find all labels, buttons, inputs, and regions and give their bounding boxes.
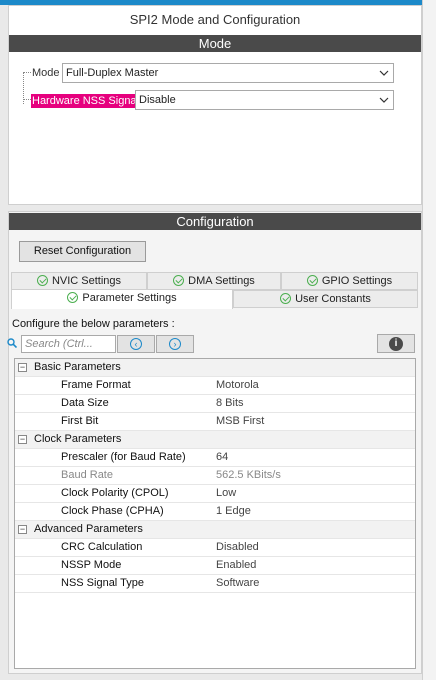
param-value[interactable]: MSB First: [216, 413, 264, 430]
tab-nvic-settings[interactable]: NVIC Settings: [11, 272, 147, 290]
instructions-text: Configure the below parameters :: [12, 318, 175, 330]
collapse-icon[interactable]: −: [18, 525, 27, 534]
param-row[interactable]: Frame Format Motorola: [15, 377, 415, 395]
next-match-button[interactable]: ›: [156, 335, 194, 353]
param-row[interactable]: First Bit MSB First: [15, 413, 415, 431]
param-name: NSSP Mode: [61, 559, 122, 571]
tab-dma-settings[interactable]: DMA Settings: [147, 272, 281, 290]
tab-parameter-settings[interactable]: Parameter Settings: [11, 289, 233, 309]
check-circle-icon: [306, 275, 318, 286]
param-name: Clock Polarity (CPOL): [61, 487, 169, 499]
param-row[interactable]: Prescaler (for Baud Rate) 64: [15, 449, 415, 467]
arrow-left-icon: ‹: [130, 338, 142, 350]
check-circle-icon: [67, 292, 79, 303]
param-value[interactable]: Software: [216, 575, 259, 592]
arrow-right-icon: ›: [169, 338, 181, 350]
search-placeholder: Search (Ctrl...: [25, 338, 93, 350]
hardware-nss-label: Hardware NSS Signal: [31, 94, 140, 108]
param-name: Data Size: [61, 397, 109, 409]
configuration-panel: Configuration Reset Configuration NVIC S…: [7, 211, 422, 674]
param-row: Baud Rate 562.5 KBits/s: [15, 467, 415, 485]
tree-connector-line: [23, 72, 31, 73]
check-circle-icon: [36, 275, 48, 286]
param-name: First Bit: [61, 415, 99, 427]
mode-panel: SPI2 Mode and Configuration Mode Mode Fu…: [8, 5, 422, 205]
tab-label: GPIO Settings: [321, 275, 393, 287]
group-row-basic-parameters[interactable]: − Basic Parameters: [15, 359, 415, 377]
mode-label: Mode: [32, 67, 60, 79]
param-value[interactable]: Motorola: [216, 377, 259, 394]
param-value[interactable]: Low: [216, 485, 236, 502]
tree-connector-line: [23, 99, 31, 100]
param-name: NSS Signal Type: [61, 577, 144, 589]
param-value: 562.5 KBits/s: [216, 469, 281, 481]
search-icon: [7, 338, 17, 348]
configuration-section-header: Configuration: [9, 213, 421, 230]
tab-label: DMA Settings: [188, 275, 255, 287]
collapse-icon[interactable]: −: [18, 435, 27, 444]
param-row[interactable]: NSSP Mode Enabled: [15, 557, 415, 575]
param-value[interactable]: Disabled: [216, 539, 259, 556]
param-row[interactable]: Clock Phase (CPHA) 1 Edge: [15, 503, 415, 521]
param-row[interactable]: Data Size 8 Bits: [15, 395, 415, 413]
param-row[interactable]: Clock Polarity (CPOL) Low: [15, 485, 415, 503]
check-circle-icon: [173, 275, 185, 286]
param-name: Clock Phase (CPHA): [61, 505, 164, 517]
collapse-icon[interactable]: −: [18, 363, 27, 372]
param-name: Prescaler (for Baud Rate): [61, 451, 186, 463]
group-row-advanced-parameters[interactable]: − Advanced Parameters: [15, 521, 415, 539]
param-row[interactable]: CRC Calculation Disabled: [15, 539, 415, 557]
param-name: Frame Format: [61, 379, 131, 391]
group-name: Advanced Parameters: [34, 523, 143, 535]
param-value[interactable]: 1 Edge: [216, 503, 251, 520]
check-circle-icon: [280, 293, 292, 304]
chevron-down-icon: [379, 97, 389, 103]
tab-label: Parameter Settings: [82, 292, 177, 304]
tab-gpio-settings[interactable]: GPIO Settings: [281, 272, 418, 290]
search-input[interactable]: Search (Ctrl...: [21, 335, 116, 353]
page-title: SPI2 Mode and Configuration: [129, 12, 301, 27]
param-name: Baud Rate: [61, 469, 113, 481]
right-scroll-gutter[interactable]: [422, 0, 436, 680]
reset-configuration-button[interactable]: Reset Configuration: [19, 241, 146, 262]
tab-user-constants[interactable]: User Constants: [233, 290, 418, 308]
parameter-tree: − Basic Parameters Frame Format Motorola…: [14, 358, 416, 669]
previous-match-button[interactable]: ‹: [117, 335, 155, 353]
group-name: Basic Parameters: [34, 361, 121, 373]
param-name: CRC Calculation: [61, 541, 143, 553]
hardware-nss-select[interactable]: Disable: [135, 90, 394, 110]
hardware-nss-select-value: Disable: [139, 94, 176, 106]
group-name: Clock Parameters: [34, 433, 122, 445]
param-value[interactable]: 8 Bits: [216, 395, 244, 412]
tab-label: NVIC Settings: [51, 275, 122, 287]
param-value[interactable]: 64: [216, 449, 228, 466]
group-row-clock-parameters[interactable]: − Clock Parameters: [15, 431, 415, 449]
param-value[interactable]: Enabled: [216, 557, 256, 574]
tab-label: User Constants: [295, 293, 371, 305]
mode-section-header: Mode: [9, 35, 421, 52]
mode-select-value: Full-Duplex Master: [66, 67, 159, 79]
info-icon: i: [389, 337, 403, 351]
info-button[interactable]: i: [377, 334, 415, 353]
mode-select[interactable]: Full-Duplex Master: [62, 63, 394, 83]
param-row[interactable]: NSS Signal Type Software: [15, 575, 415, 593]
chevron-down-icon: [379, 70, 389, 76]
